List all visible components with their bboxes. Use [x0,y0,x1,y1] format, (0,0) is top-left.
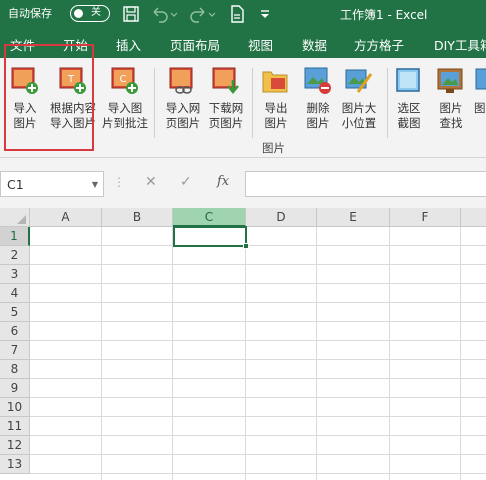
column-header-partial[interactable] [461,208,486,227]
ribbon-separator [154,68,155,138]
tab-diy-toolbox[interactable]: DIY工具箱 [434,35,486,54]
formula-input[interactable] [245,171,486,197]
select-all-corner[interactable] [0,208,30,227]
gridline [30,321,486,322]
redo-icon[interactable] [188,5,218,23]
toggle-knob [74,9,83,18]
highlight-box [4,44,94,151]
row-header-4[interactable]: 4 [0,284,30,303]
image-more-button[interactable]: 图 [470,63,486,135]
save-icon[interactable] [122,5,140,23]
insert-function-button[interactable]: fx [217,174,229,189]
row-header-13[interactable]: 13 [0,455,30,474]
image-more-label: 图 [474,101,486,115]
column-header-d[interactable]: D [246,208,317,227]
confirm-button[interactable]: ✓ [180,174,192,190]
row-header-11[interactable]: 11 [0,417,30,436]
name-box[interactable]: C1 ▼ [0,171,104,197]
cancel-button[interactable]: ✕ [145,174,157,190]
tab-insert[interactable]: 插入 [116,35,141,54]
download-web-image-label: 下载网 页图片 [208,101,244,130]
row-header-12[interactable]: 12 [0,436,30,455]
drag-handle-icon[interactable]: ⋮ [113,175,125,189]
title-bar: 自动保存 关 工作簿1 - Excel [0,0,486,28]
gridline [30,340,486,341]
column-header-e[interactable]: E [317,208,390,227]
row-header-9[interactable]: 9 [0,379,30,398]
column-header-a[interactable]: A [30,208,102,227]
gridline [30,473,486,474]
fill-handle[interactable] [243,243,249,249]
gridline [30,245,486,246]
undo-icon[interactable] [150,5,180,23]
image-size-position-icon [345,69,373,93]
tab-view[interactable]: 视图 [248,35,273,54]
image-to-comment-icon: C [111,67,138,94]
autosave-toggle[interactable]: 关 [70,5,110,22]
ribbon-group-label: 图片 [262,141,285,155]
row-header-7[interactable]: 7 [0,341,30,360]
tab-data[interactable]: 数据 [302,35,327,54]
gridline [30,378,486,379]
row-header-5[interactable]: 5 [0,303,30,322]
column-header-f[interactable]: F [390,208,461,227]
row-header-1[interactable]: 1 [0,227,30,246]
import-web-image-icon [169,67,193,94]
autosave-label: 自动保存 [8,7,52,20]
selection-screenshot-icon [396,68,420,92]
document-icon[interactable] [229,5,245,23]
gridline [30,302,486,303]
gridline [30,454,486,455]
image-find-button[interactable]: 图片 查找 [428,63,474,135]
row-header-6[interactable]: 6 [0,322,30,341]
gridline [30,397,486,398]
tab-page-layout[interactable]: 页面布局 [170,35,220,54]
tab-fangfang[interactable]: 方方格子 [354,35,404,54]
export-image-icon [262,71,288,93]
image-size-position-button[interactable]: 图片大 小位置 [336,63,382,135]
download-web-image-button[interactable]: 下载网 页图片 [203,63,249,135]
gridline [30,416,486,417]
image-find-icon [437,68,463,93]
image-more-icon [475,68,486,90]
name-box-value: C1 [7,177,24,192]
gridline [30,283,486,284]
gridline [30,359,486,360]
delete-image-icon [304,67,331,94]
chevron-down-icon[interactable]: ▼ [92,180,98,189]
row-header-10[interactable]: 10 [0,398,30,417]
customize-qat-icon[interactable] [258,5,272,23]
column-header-b[interactable]: B [102,208,173,227]
window-title: 工作簿1 - Excel [340,8,428,22]
row-header-3[interactable]: 3 [0,265,30,284]
column-header-c[interactable]: C [173,208,246,227]
select-all-icon [17,215,26,224]
row-header-2[interactable]: 2 [0,246,30,265]
row-header-8[interactable]: 8 [0,360,30,379]
gridline [30,264,486,265]
image-to-comment-label: 导入图 片到批注 [102,101,148,130]
svg-text:C: C [120,74,127,85]
autosave-state: 关 [91,7,101,18]
image-size-position-label: 图片大 小位置 [341,101,377,130]
download-web-image-icon [212,67,239,94]
active-cell-c1[interactable] [173,226,249,249]
image-to-comment-button[interactable]: C 导入图 片到批注 [102,63,148,135]
spreadsheet-grid: A B C D E F 1 2 3 4 5 6 7 8 9 10 11 12 1… [0,208,486,480]
formula-bar: C1 ▼ ⋮ ✕ ✓ fx [0,158,486,208]
gridline [30,435,486,436]
